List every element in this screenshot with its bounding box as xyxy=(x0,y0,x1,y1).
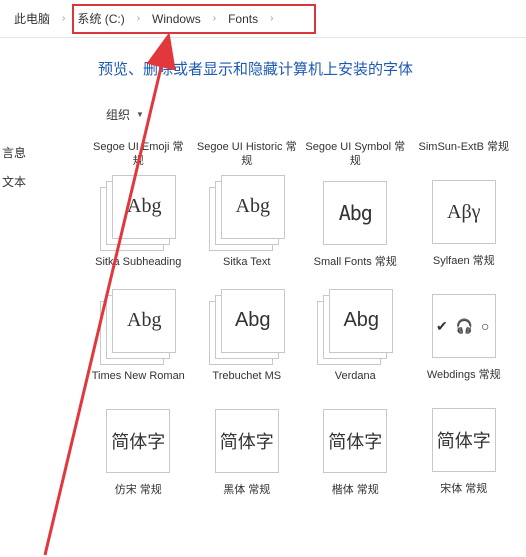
font-thumbnail: 简体字 xyxy=(209,403,285,479)
font-thumbnail: 简体字 xyxy=(317,403,393,479)
font-thumbnail: Abg xyxy=(100,175,176,251)
font-name: Sitka Subheading xyxy=(95,255,181,283)
font-name: Times New Roman xyxy=(92,369,185,397)
breadcrumb-fonts[interactable]: Fonts xyxy=(224,10,262,28)
font-name: Sitka Text xyxy=(223,255,271,283)
font-name: 黑体 常规 xyxy=(223,483,270,511)
chevron-down-icon: ▼ xyxy=(136,110,144,119)
font-sample: 简体字 xyxy=(220,428,274,454)
font-sample: ✔ 🎧 ○ xyxy=(436,318,491,335)
font-name: Segoe UI Symbol 常规 xyxy=(305,140,406,169)
chevron-right-icon: › xyxy=(58,13,69,24)
page-title: 预览、删除或者显示和隐藏计算机上安装的字体 xyxy=(0,38,526,97)
font-thumbnail: Abg xyxy=(317,175,393,251)
font-name: Small Fonts 常规 xyxy=(314,255,397,283)
font-thumbnail: ✔ 🎧 ○ xyxy=(426,288,502,364)
font-thumbnail: Aβγ xyxy=(426,174,502,250)
font-sample: Abg xyxy=(127,195,161,218)
breadcrumb-drive[interactable]: 系统 (C:) xyxy=(73,8,128,29)
font-thumbnail: Abg xyxy=(209,289,285,365)
font-grid: Segoe UI Emoji 常规 Abg Sitka Subheading A… xyxy=(0,136,526,511)
breadcrumb-windows[interactable]: Windows xyxy=(148,10,205,28)
font-name: Segoe UI Historic 常规 xyxy=(197,140,298,169)
font-name: Sylfaen 常规 xyxy=(433,254,495,282)
chevron-right-icon: › xyxy=(266,13,277,24)
font-sample: Abg xyxy=(343,309,379,332)
sidebar-item-text[interactable]: 文本 xyxy=(0,167,30,196)
font-name: Verdana xyxy=(335,369,376,397)
font-name: Segoe UI Emoji 常规 xyxy=(88,140,189,169)
font-name: SimSun-ExtB 常规 xyxy=(419,140,509,168)
font-sample: Abg xyxy=(236,195,270,218)
font-sample: 简体字 xyxy=(111,428,165,454)
font-name: 宋体 常规 xyxy=(440,482,487,510)
font-sample: Aβγ xyxy=(447,201,480,224)
sidebar-item-info[interactable]: 言息 xyxy=(0,138,30,167)
breadcrumb-root[interactable]: 此电脑 xyxy=(10,8,54,29)
font-item[interactable]: Segoe UI Emoji 常规 Abg Sitka Subheading A… xyxy=(88,136,189,511)
chevron-right-icon: › xyxy=(133,13,144,24)
font-thumbnail: Abg xyxy=(100,289,176,365)
organize-button[interactable]: 组织 ▼ xyxy=(98,103,152,126)
font-sample: 简体字 xyxy=(437,427,491,453)
font-name: Webdings 常规 xyxy=(427,368,501,396)
breadcrumb: 此电脑 › 系统 (C:) › Windows › Fonts › xyxy=(0,0,526,38)
toolbar: 组织 ▼ xyxy=(0,97,526,136)
font-name: 楷体 常规 xyxy=(332,483,379,511)
font-thumbnail: 简体字 xyxy=(100,403,176,479)
font-sample: Abg xyxy=(235,309,271,332)
font-sample: Abg xyxy=(127,309,161,332)
font-name: 仿宋 常规 xyxy=(115,483,162,511)
font-name: Trebuchet MS xyxy=(212,369,281,397)
font-item[interactable]: Segoe UI Symbol 常规 Abg Small Fonts 常规 Ab… xyxy=(305,136,406,511)
font-thumbnail: Abg xyxy=(317,289,393,365)
font-item[interactable]: SimSun-ExtB 常规 Aβγ Sylfaen 常规 ✔ 🎧 ○ Webd… xyxy=(414,136,515,511)
font-sample: 简体字 xyxy=(328,428,382,454)
chevron-right-icon: › xyxy=(209,13,220,24)
font-thumbnail: 简体字 xyxy=(426,402,502,478)
sidebar: 言息 文本 xyxy=(0,138,30,196)
font-sample: Abg xyxy=(339,201,372,225)
font-thumbnail: Abg xyxy=(209,175,285,251)
organize-label: 组织 xyxy=(106,106,130,123)
font-item[interactable]: Segoe UI Historic 常规 Abg Sitka Text Abg … xyxy=(197,136,298,511)
